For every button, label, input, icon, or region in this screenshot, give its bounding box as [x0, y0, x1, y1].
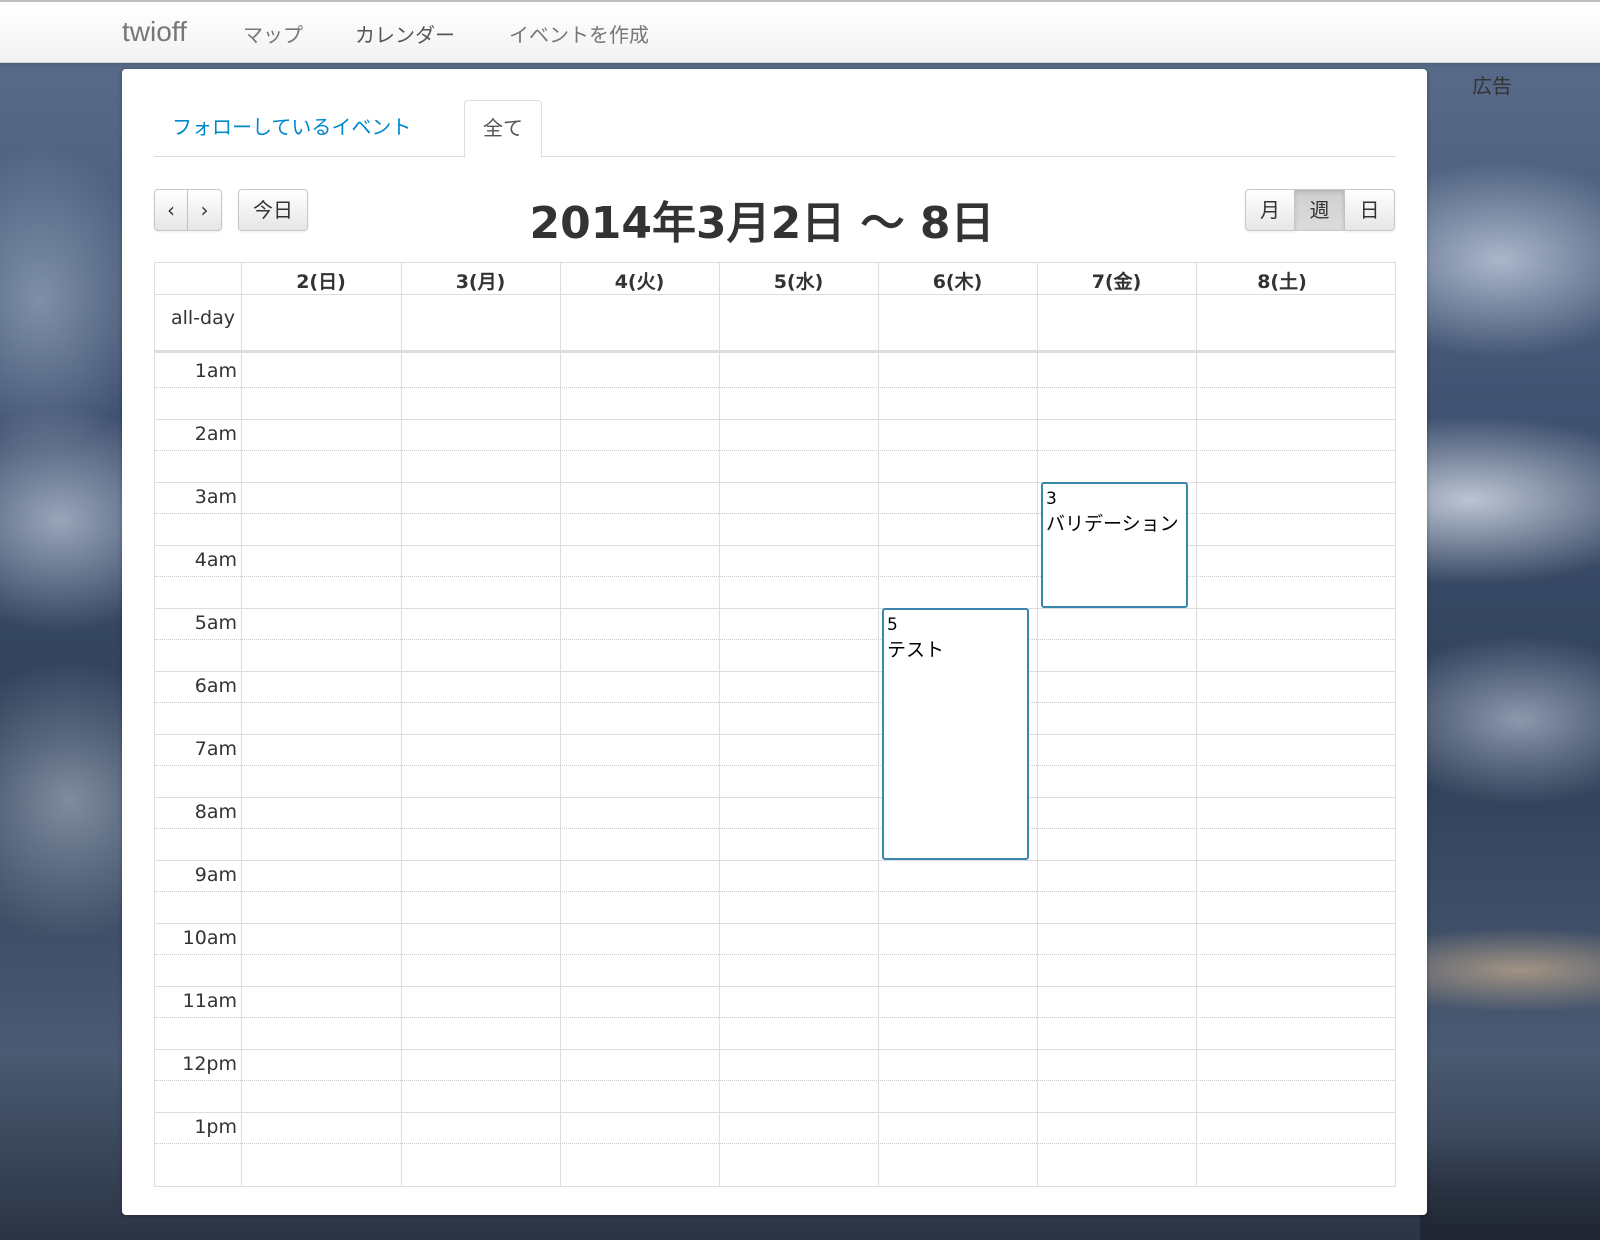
half-hour-line — [155, 765, 1395, 766]
day-header: 5(水) — [773, 271, 824, 293]
event-time: 5 — [887, 615, 898, 635]
hour-line — [155, 1049, 1395, 1050]
half-hour-line — [155, 1017, 1395, 1018]
allday-divider — [155, 350, 1395, 353]
day-header: 3(月) — [455, 271, 506, 293]
ad-label: 広告 — [1472, 74, 1512, 98]
event-title: バリデーション — [1046, 513, 1179, 535]
background-horizon — [1420, 1140, 1600, 1240]
hour-line — [155, 419, 1395, 420]
month-view-button[interactable]: 月 — [1245, 189, 1295, 231]
time-label: 1pm — [194, 1116, 237, 1138]
event-tabs: フォローしているイベント 全て — [154, 100, 1396, 158]
next-week-button[interactable]: › — [188, 189, 222, 231]
time-label: 1am — [194, 360, 237, 382]
time-label: 8am — [194, 801, 237, 823]
hour-line — [155, 608, 1395, 609]
tab-following-events[interactable]: フォローしているイベント — [154, 100, 429, 157]
day-header: 4(火) — [614, 271, 665, 293]
time-label: 3am — [194, 486, 237, 508]
hour-line — [155, 482, 1395, 483]
day-header: 6(木) — [932, 271, 983, 293]
half-hour-line — [155, 1080, 1395, 1081]
day-header: 7(金) — [1091, 271, 1142, 293]
hour-line — [155, 923, 1395, 924]
day-view-button[interactable]: 日 — [1345, 189, 1395, 231]
nav-map[interactable]: マップ — [243, 19, 303, 48]
half-hour-line — [155, 513, 1395, 514]
hour-line — [155, 545, 1395, 546]
half-hour-line — [155, 891, 1395, 892]
today-button[interactable]: 今日 — [238, 189, 308, 231]
time-label: 12pm — [182, 1053, 237, 1075]
hour-line — [155, 734, 1395, 735]
hour-line — [155, 671, 1395, 672]
half-hour-line — [155, 1143, 1395, 1144]
day-header: 8(土) — [1257, 271, 1307, 293]
event-title: テスト — [887, 639, 945, 661]
time-label: 4am — [194, 549, 237, 571]
event-time: 3 — [1046, 489, 1057, 509]
time-label: 6am — [194, 675, 237, 697]
half-hour-line — [155, 387, 1395, 388]
half-hour-line — [155, 702, 1395, 703]
allday-label: all-day — [170, 307, 235, 329]
prev-week-button[interactable]: ‹ — [154, 189, 188, 231]
time-label: 7am — [194, 738, 237, 760]
week-grid: all-day 2(日) 3(月) 4(火) 5(水) 6(木) 7(金) 8(土) 1am 2… — [154, 262, 1396, 1187]
hour-line — [155, 797, 1395, 798]
time-label: 11am — [182, 990, 237, 1012]
top-navbar: twioff マップ カレンダー イベントを作成 — [0, 0, 1600, 63]
calendar-event[interactable]: 3 バリデーション — [1041, 482, 1188, 608]
brand-logo[interactable]: twioff — [122, 16, 187, 48]
half-hour-line — [155, 954, 1395, 955]
time-label: 10am — [182, 927, 237, 949]
tab-all[interactable]: 全て — [464, 100, 542, 158]
hour-line — [155, 986, 1395, 987]
half-hour-line — [155, 639, 1395, 640]
calendar-event[interactable]: 5 テスト — [882, 608, 1029, 860]
nav-calendar[interactable]: カレンダー — [355, 19, 455, 48]
time-label: 5am — [194, 612, 237, 634]
time-label: 2am — [194, 423, 237, 445]
hour-line — [155, 860, 1395, 861]
half-hour-line — [155, 828, 1395, 829]
nav-create-event[interactable]: イベントを作成 — [509, 19, 649, 48]
day-header: 2(日) — [296, 271, 346, 293]
half-hour-line — [155, 450, 1395, 451]
calendar-title: 2014年3月2日 〜 8日 — [529, 198, 995, 249]
hour-line — [155, 1112, 1395, 1113]
header-divider — [155, 294, 1395, 295]
time-label: 9am — [194, 864, 237, 886]
week-view-button[interactable]: 週 — [1295, 189, 1345, 231]
calendar-panel: フォローしているイベント 全て ‹ › 今日 2014年3月2日 〜 8日 月 … — [122, 69, 1427, 1215]
half-hour-line — [155, 576, 1395, 577]
